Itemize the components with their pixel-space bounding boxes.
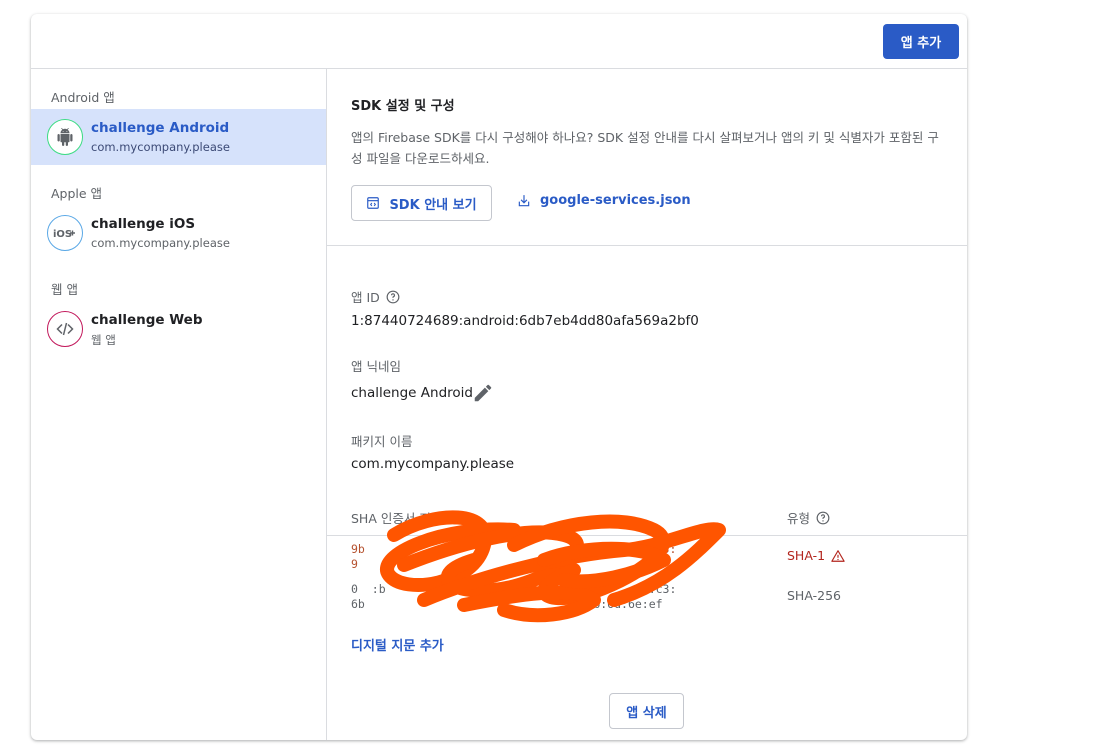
app-settings-card: 앱 추가 Android 앱 challenge Android com.myc… <box>31 14 967 740</box>
app-id-value: 1:87440724689:android:6db7eb4dd80afa569a… <box>351 313 699 329</box>
sha-header-divider <box>327 535 967 536</box>
view-sdk-label: SDK 안내 보기 <box>389 197 477 213</box>
code-icon <box>47 311 83 347</box>
app-name: challenge iOS <box>91 216 196 232</box>
sha-type-header: 유형 <box>787 508 830 527</box>
pencil-icon[interactable] <box>472 382 494 404</box>
download-config-label: google-services.json <box>540 193 691 208</box>
apple-group-label: Apple 앱 <box>51 186 103 201</box>
web-group-label: 웹 앱 <box>51 282 78 297</box>
sha-type: SHA-256 <box>787 588 841 603</box>
download-config-link[interactable]: google-services.json <box>517 193 691 208</box>
nickname-label: 앱 닉네임 <box>351 359 401 374</box>
sdk-description: 앱의 Firebase SDK를 다시 구성해야 하나요? SDK 설정 안내를… <box>351 130 939 166</box>
package-value: com.mycompany.please <box>351 456 515 472</box>
sha-fingerprint-line: 9 <box>351 557 670 571</box>
view-sdk-instructions-button[interactable]: SDK 안내 보기 <box>351 185 492 221</box>
sha-row: 9b 3: :c3: 9 SHA-1 <box>327 542 967 582</box>
app-list-sidebar: Android 앱 challenge Android com.mycompan… <box>31 69 327 740</box>
package-label: 패키지 이름 <box>351 434 413 449</box>
app-name: challenge Android <box>91 120 230 136</box>
sha-fingerprint-header: SHA 인증서 지문 <box>351 508 462 527</box>
app-item-web[interactable]: challenge Web 웹 앱 <box>31 301 326 357</box>
add-fingerprint-link[interactable]: 디지털 지문 추가 <box>351 635 444 654</box>
nickname-value: challenge Android <box>351 385 473 401</box>
section-divider <box>327 245 967 246</box>
ios-icon: iOS <box>47 215 83 251</box>
sdk-section-title: SDK 설정 및 구성 <box>351 99 455 114</box>
app-package: com.mycompany.please <box>91 140 230 154</box>
app-package: com.mycompany.please <box>91 236 230 250</box>
warning-icon <box>831 549 845 563</box>
download-icon <box>517 194 531 208</box>
app-subtitle: 웹 앱 <box>91 333 116 347</box>
add-app-button[interactable]: 앱 추가 <box>883 24 959 59</box>
app-item-ios[interactable]: iOS challenge iOS com.mycompany.please <box>31 205 326 261</box>
sha-row: 0 :b :74:c3: 6b 7b:6d:6e:ef SHA-256 <box>327 582 967 622</box>
sha-fingerprint: 9b 3: :c3: 9 <box>351 542 676 572</box>
sha-type: SHA-1 <box>787 548 845 563</box>
svg-text:iOS: iOS <box>53 229 72 240</box>
android-icon <box>47 119 83 155</box>
sha-type-header-text: 유형 <box>787 511 811 526</box>
sha-type-label: SHA-1 <box>787 548 826 563</box>
app-id-label-text: 앱 ID <box>351 290 380 305</box>
sha-fingerprint-line: 0 :b :74:c3: <box>351 582 677 596</box>
sha-fingerprint-line: 6b 7b:6d:6e:ef <box>351 597 663 611</box>
delete-app-button[interactable]: 앱 삭제 <box>609 693 684 729</box>
app-item-android[interactable]: challenge Android com.mycompany.please <box>31 109 326 165</box>
card-header: 앱 추가 <box>31 14 967 69</box>
help-icon[interactable] <box>448 511 462 525</box>
sha-fingerprint-header-text: SHA 인증서 지문 <box>351 511 443 526</box>
app-detail-panel: SDK 설정 및 구성 앱의 Firebase SDK를 다시 구성해야 하나요… <box>327 69 967 740</box>
android-group-label: Android 앱 <box>51 90 115 105</box>
sha-fingerprint: 0 :b :74:c3: 6b 7b:6d:6e:ef <box>351 582 676 612</box>
help-icon[interactable] <box>816 511 830 525</box>
help-icon[interactable] <box>386 290 400 304</box>
sha-fingerprint-line: 9b 3: :c3: <box>351 542 677 556</box>
app-name: challenge Web <box>91 312 203 328</box>
sha-type-label: SHA-256 <box>787 588 841 603</box>
app-id-label: 앱 ID <box>351 287 400 306</box>
code-bracket-icon <box>366 196 380 210</box>
